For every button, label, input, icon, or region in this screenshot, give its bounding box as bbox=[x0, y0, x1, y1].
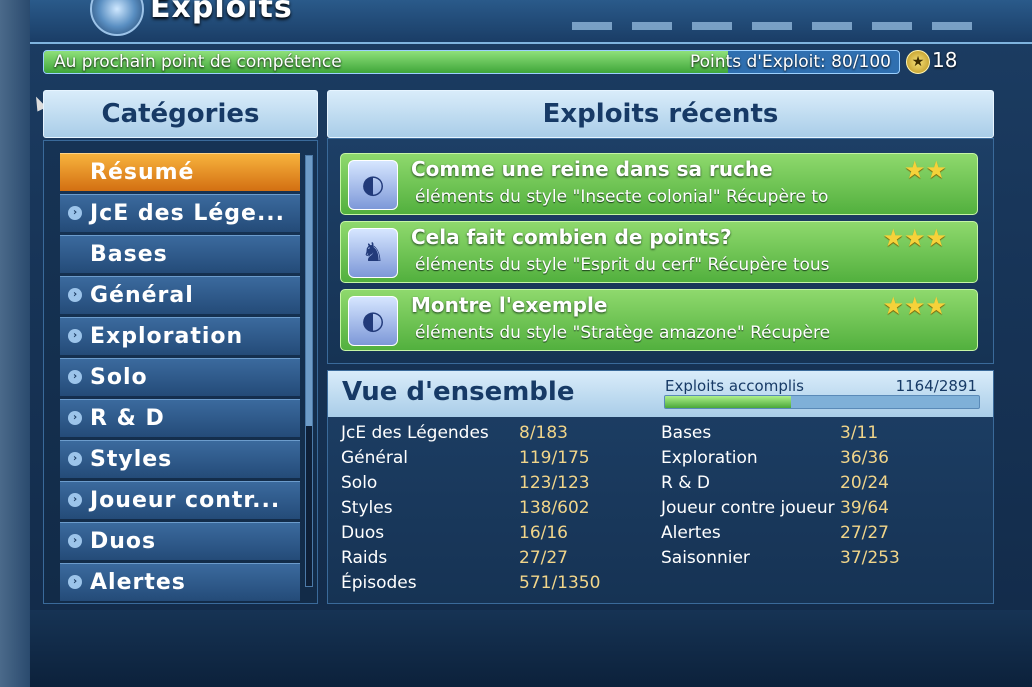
star-rating: ★★★ bbox=[882, 224, 947, 252]
exploit-description: éléments du style "Esprit du cerf" Récup… bbox=[415, 255, 830, 275]
categories-heading: Catégories bbox=[43, 90, 318, 138]
expand-arrow-icon[interactable]: › bbox=[68, 370, 82, 384]
overview-category-value: 27/27 bbox=[519, 548, 568, 568]
category-label: Joueur contr... bbox=[90, 488, 281, 513]
accomplished-progress-fill bbox=[665, 396, 792, 408]
overview-category-value: 37/253 bbox=[840, 548, 900, 568]
star-rating: ★★★ bbox=[882, 292, 947, 320]
category-label: Résumé bbox=[90, 160, 195, 185]
overview-category-name: Joueur contre joueur bbox=[661, 498, 835, 518]
overview-panel: Vue d'ensemble Exploits accomplis 1164/2… bbox=[327, 370, 994, 604]
overview-category-name: Styles bbox=[341, 498, 393, 518]
overview-category-name: Épisodes bbox=[341, 573, 417, 593]
expand-arrow-icon[interactable]: › bbox=[68, 493, 82, 507]
overview-category-value: 36/36 bbox=[840, 448, 889, 468]
overview-category-value: 3/11 bbox=[840, 423, 879, 443]
overview-category-name: Général bbox=[341, 448, 408, 468]
recent-exploit-card[interactable]: ♞ Cela fait combien de points? éléments du… bbox=[340, 221, 978, 283]
category-item[interactable]: › JcE des Lége... bbox=[60, 194, 300, 232]
header-decoration bbox=[572, 22, 992, 30]
expand-arrow-icon[interactable]: › bbox=[68, 452, 82, 466]
category-label: Styles bbox=[90, 447, 173, 472]
expand-arrow-icon[interactable]: › bbox=[68, 411, 82, 425]
exploit-title: Comme une reine dans sa ruche bbox=[411, 157, 773, 181]
category-item[interactable]: › R & D bbox=[60, 399, 300, 437]
exploits-emblem-icon bbox=[90, 0, 144, 36]
expand-arrow-icon[interactable]: › bbox=[68, 288, 82, 302]
category-label: JcE des Lége... bbox=[90, 201, 286, 226]
overview-category-name: Raids bbox=[341, 548, 388, 568]
category-label: Alertes bbox=[90, 570, 186, 595]
overview-category-name: Alertes bbox=[661, 523, 721, 543]
category-item[interactable]: › Exploration bbox=[60, 317, 300, 355]
skill-point-star-icon: ★ bbox=[906, 50, 930, 74]
category-item[interactable]: › Duos bbox=[60, 522, 300, 560]
category-item[interactable]: › Styles bbox=[60, 440, 300, 478]
accomplished-count: 1164/2891 bbox=[895, 377, 977, 395]
exploit-points-label: Points d'Exploit: 80/100 bbox=[690, 52, 891, 72]
expand-arrow-icon[interactable]: › bbox=[68, 575, 82, 589]
skill-point-count: 18 bbox=[932, 48, 958, 72]
overview-category-value: 123/123 bbox=[519, 473, 590, 493]
accomplished-label: Exploits accomplis bbox=[665, 377, 804, 395]
bottom-band bbox=[30, 610, 1032, 687]
recent-exploit-card[interactable]: ◐ Montre l'exemple éléments du style "Stra… bbox=[340, 289, 978, 351]
recent-exploits-list: ◐ Comme une reine dans sa ruche éléments d… bbox=[327, 138, 994, 364]
skill-progress-bar: Au prochain point de compétence Points d… bbox=[43, 50, 900, 74]
overview-header: Vue d'ensemble Exploits accomplis 1164/2… bbox=[328, 371, 993, 417]
deer-spirit-icon: ♞ bbox=[348, 228, 398, 278]
recent-exploit-card[interactable]: ◐ Comme une reine dans sa ruche éléments d… bbox=[340, 153, 978, 215]
category-item[interactable]: Bases bbox=[60, 235, 300, 273]
exploit-title: Montre l'exemple bbox=[411, 293, 608, 317]
expand-arrow-icon[interactable]: › bbox=[68, 329, 82, 343]
left-edge bbox=[0, 0, 30, 687]
exploit-title: Cela fait combien de points? bbox=[411, 225, 732, 249]
category-item[interactable]: › Solo bbox=[60, 358, 300, 396]
expand-arrow-icon[interactable]: › bbox=[68, 534, 82, 548]
category-label: Général bbox=[90, 283, 194, 308]
progress-label: Au prochain point de compétence bbox=[54, 52, 342, 72]
exploit-description: éléments du style "Insecte colonial" Réc… bbox=[415, 187, 829, 207]
categories-list: Résumé › JcE des Lége... Bases › Général › Expl… bbox=[43, 140, 318, 604]
categories-scrollbar[interactable] bbox=[305, 155, 313, 587]
accomplished-progress-bar bbox=[664, 395, 980, 409]
mask-icon: ◐ bbox=[348, 160, 398, 210]
overview-category-name: Bases bbox=[661, 423, 712, 443]
category-item[interactable]: › Général bbox=[60, 276, 300, 314]
scroll-thumb[interactable] bbox=[306, 156, 312, 426]
page-title: Exploits bbox=[150, 0, 293, 25]
overview-title: Vue d'ensemble bbox=[342, 377, 575, 407]
overview-category-value: 20/24 bbox=[840, 473, 889, 493]
overview-category-name: JcE des Légendes bbox=[341, 423, 489, 443]
overview-category-name: Saisonnier bbox=[661, 548, 750, 568]
category-label: Duos bbox=[90, 529, 157, 554]
overview-category-value: 16/16 bbox=[519, 523, 568, 543]
recent-heading: Exploits récents bbox=[327, 90, 994, 138]
star-rating: ★★ bbox=[903, 156, 947, 184]
overview-category-value: 119/175 bbox=[519, 448, 590, 468]
category-item[interactable]: › Joueur contr... bbox=[60, 481, 300, 519]
overview-category-name: Duos bbox=[341, 523, 385, 543]
overview-category-value: 27/27 bbox=[840, 523, 889, 543]
exploit-description: éléments du style "Stratège amazone" Réc… bbox=[415, 323, 831, 343]
category-item[interactable]: Résumé bbox=[60, 153, 300, 191]
header-bar: Exploits bbox=[30, 0, 1032, 44]
expand-arrow-icon[interactable]: › bbox=[68, 206, 82, 220]
overview-category-name: Solo bbox=[341, 473, 378, 493]
overview-category-name: R & D bbox=[661, 473, 710, 493]
overview-category-value: 571/1350 bbox=[519, 573, 601, 593]
overview-category-name: Exploration bbox=[661, 448, 758, 468]
overview-category-value: 138/602 bbox=[519, 498, 590, 518]
overview-category-value: 8/183 bbox=[519, 423, 568, 443]
category-label: R & D bbox=[90, 406, 165, 431]
category-label: Exploration bbox=[90, 324, 244, 349]
category-label: Solo bbox=[90, 365, 148, 390]
category-item[interactable]: › Alertes bbox=[60, 563, 300, 601]
mask-icon: ◐ bbox=[348, 296, 398, 346]
category-label: Bases bbox=[90, 242, 168, 267]
overview-category-value: 39/64 bbox=[840, 498, 889, 518]
